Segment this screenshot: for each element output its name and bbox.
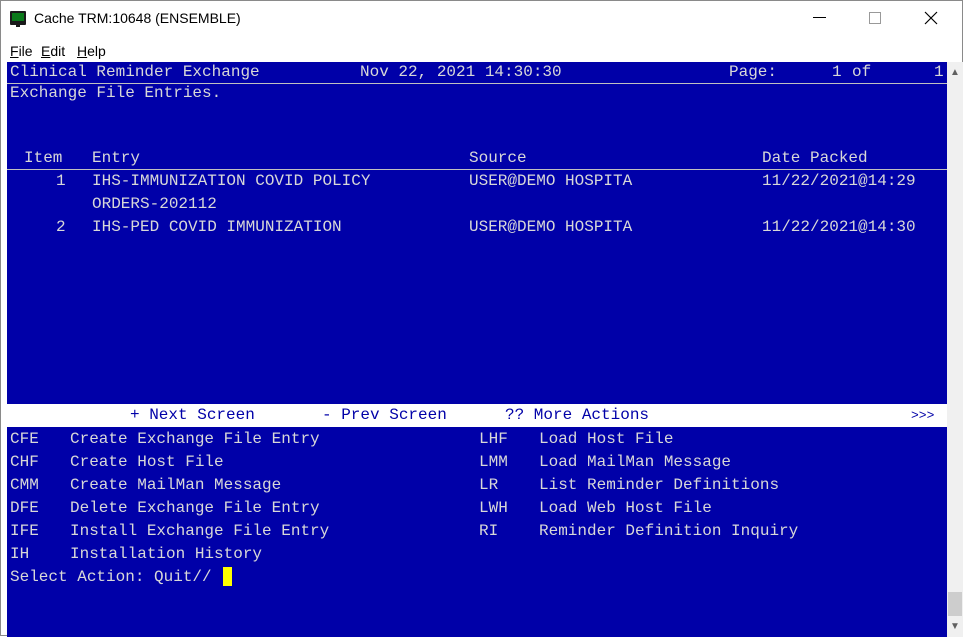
row-date: 11/22/2021@14:29	[762, 172, 916, 190]
action-row: CHF Create Host File LMM Load MailMan Me…	[7, 452, 947, 473]
col-entry: Entry	[92, 149, 141, 167]
page-current: 1	[832, 63, 842, 81]
more-symbol: >>>	[911, 408, 935, 423]
prompt-text: Select Action: Quit//	[10, 568, 212, 586]
maximize-button[interactable]	[852, 1, 898, 35]
action-label: Create Host File	[70, 453, 224, 471]
vertical-scrollbar[interactable]: ▲ ▼	[947, 62, 963, 637]
title-bar[interactable]: Cache TRM:10648 (ENSEMBLE)	[1, 1, 962, 41]
subtitle: Exchange File Entries.	[10, 84, 222, 102]
row-entry: IHS-PED COVID IMMUNIZATION	[92, 218, 342, 236]
action-label: Create Exchange File Entry	[70, 430, 320, 448]
row-entry: IHS-IMMUNIZATION COVID POLICY	[92, 172, 371, 190]
action-row: CFE Create Exchange File Entry LHF Load …	[7, 429, 947, 450]
table-row-continuation: ORDERS-202112	[7, 194, 947, 215]
table-header: Item Entry Source Date Packed	[7, 148, 947, 169]
scroll-down-icon[interactable]: ▼	[947, 618, 963, 635]
action-prompt[interactable]: Select Action: Quit//	[10, 567, 233, 588]
action-row: IFE Install Exchange File Entry RI Remin…	[7, 521, 947, 542]
action-code[interactable]: CMM	[10, 475, 39, 496]
window-title: Cache TRM:10648 (ENSEMBLE)	[34, 10, 241, 26]
action-label: List Reminder Definitions	[539, 476, 780, 494]
table-row[interactable]: 2 IHS-PED COVID IMMUNIZATION USER@DEMO H…	[7, 217, 947, 238]
action-row: IH Installation History	[7, 544, 947, 565]
action-label: Create MailMan Message	[70, 476, 282, 494]
action-label: Load MailMan Message	[539, 453, 732, 471]
text-cursor	[223, 567, 233, 587]
row-entry-cont: ORDERS-202112	[92, 195, 217, 213]
close-icon	[924, 11, 938, 25]
action-label: Installation History	[70, 545, 263, 563]
screen-header: Clinical Reminder Exchange Nov 22, 2021 …	[7, 62, 947, 84]
page-total: 1	[934, 63, 944, 81]
action-label: Reminder Definition Inquiry	[539, 522, 799, 540]
action-code[interactable]: CFE	[10, 429, 39, 450]
action-code[interactable]: LMM	[479, 452, 508, 473]
action-code[interactable]: RI	[479, 521, 498, 542]
terminal-window: Cache TRM:10648 (ENSEMBLE) File Edit Hel…	[0, 0, 963, 637]
action-code[interactable]: LHF	[479, 429, 508, 450]
close-button[interactable]	[908, 1, 954, 35]
action-code[interactable]: LR	[479, 475, 498, 496]
row-item: 1	[56, 172, 66, 190]
minimize-icon	[812, 17, 826, 19]
menu-bar: File Edit Help	[1, 41, 962, 61]
header-datetime: Nov 22, 2021 14:30:30	[360, 63, 562, 81]
action-code[interactable]: CHF	[10, 452, 39, 473]
action-code[interactable]: IFE	[10, 521, 39, 542]
scrollbar-thumb[interactable]	[948, 592, 962, 616]
next-screen-action[interactable]: + Next Screen	[130, 404, 255, 427]
table-header-divider	[7, 169, 947, 170]
menu-help[interactable]: Help	[77, 43, 106, 59]
row-date: 11/22/2021@14:30	[762, 218, 916, 236]
col-source: Source	[469, 149, 527, 167]
row-source: USER@DEMO HOSPITA	[469, 218, 633, 236]
maximize-icon	[869, 11, 881, 24]
terminal-screen[interactable]: Clinical Reminder Exchange Nov 22, 2021 …	[7, 62, 947, 637]
minimize-button[interactable]	[796, 1, 842, 35]
app-name: Clinical Reminder Exchange	[10, 63, 260, 81]
action-row: DFE Delete Exchange File Entry LWH Load …	[7, 498, 947, 519]
menu-file[interactable]: File	[10, 43, 33, 59]
action-label: Load Web Host File	[539, 499, 712, 517]
action-code[interactable]: LWH	[479, 498, 508, 519]
terminal-app-icon	[10, 11, 26, 27]
action-code[interactable]: IH	[10, 544, 29, 565]
action-label: Load Host File	[539, 430, 674, 448]
action-label: Delete Exchange File Entry	[70, 499, 320, 517]
row-source: USER@DEMO HOSPITA	[469, 172, 633, 190]
menu-edit[interactable]: Edit	[41, 43, 65, 59]
action-code[interactable]: DFE	[10, 498, 39, 519]
table-row[interactable]: 1 IHS-IMMUNIZATION COVID POLICY USER@DEM…	[7, 171, 947, 192]
more-actions-action[interactable]: ?? More Actions	[505, 404, 649, 427]
navigation-bar: + Next Screen - Prev Screen ?? More Acti…	[7, 404, 947, 427]
scroll-up-icon[interactable]: ▲	[947, 64, 963, 81]
col-date-packed: Date Packed	[762, 149, 868, 167]
page-of: of	[852, 63, 872, 81]
action-row: CMM Create MailMan Message LR List Remin…	[7, 475, 947, 496]
action-label: Install Exchange File Entry	[70, 522, 330, 540]
col-item: Item	[24, 149, 63, 167]
row-item: 2	[56, 218, 66, 236]
prev-screen-action[interactable]: - Prev Screen	[322, 404, 447, 427]
page-label: Page:	[729, 63, 778, 81]
